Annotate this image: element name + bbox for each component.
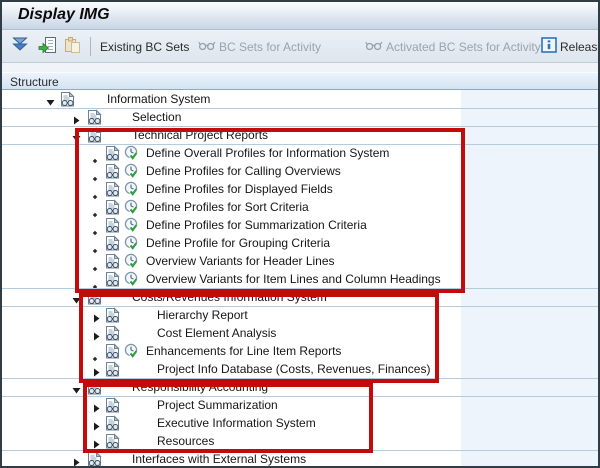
tree-item-label[interactable]: Define Profiles for Summarization Criter… [146,218,367,232]
tree-item-label[interactable]: Technical Project Reports [132,128,268,142]
activated-bc-sets-button[interactable]: Activated BC Sets for Activity [365,37,541,57]
tree-item-label[interactable]: Define Profiles for Sort Criteria [146,200,309,214]
tree-item-label[interactable]: Define Profiles for Calling Overviews [146,164,341,178]
activated-bc-sets-label: Activated BC Sets for Activity [386,40,541,54]
expand-node-icon[interactable] [72,454,81,468]
tree-row[interactable]: Define Overall Profiles for Information … [2,144,598,162]
toolbar-separator [90,37,91,56]
tree-row[interactable]: Define Profiles for Sort Criteria [2,198,598,216]
tree-row[interactable]: Define Profiles for Displayed Fields [2,180,598,198]
tree-item-label[interactable]: Overview Variants for Item Lines and Col… [146,272,441,286]
tree-row[interactable]: Interfaces with External Systems [2,450,598,468]
tree-row[interactable]: Define Profiles for Calling Overviews [2,162,598,180]
bc-sets-for-activity-label: BC Sets for Activity [219,40,321,54]
tree-row[interactable]: Cost Element Analysis [2,324,598,342]
position-button[interactable] [38,37,57,57]
tree-row[interactable]: Project Info Database (Costs, Revenues, … [2,360,598,378]
tree-item-label[interactable]: Information System [107,92,210,106]
tree-item-label[interactable]: Project Info Database (Costs, Revenues, … [157,362,430,376]
title-bar: Display IMG [2,2,598,30]
tree-row-separator [2,288,598,289]
tree-row[interactable]: Selection [2,108,598,126]
toolbar-gap [2,63,598,72]
tree-row[interactable]: Overview Variants for Item Lines and Col… [2,270,598,288]
page-title: Display IMG [18,6,110,24]
tree-item-label[interactable]: Overview Variants for Header Lines [146,254,335,268]
structure-header-label: Structure [10,75,59,89]
tree-item-label[interactable]: Costs/Revenues Information System [132,290,327,304]
tree-row-separator [2,396,598,397]
bc-sets-for-activity-button[interactable]: BC Sets for Activity [198,37,321,57]
tree-row[interactable]: Technical Project Reports [2,126,598,144]
tree-row-separator [2,378,598,379]
tree-row[interactable]: Project Summarization [2,396,598,414]
img-node-documentation-icon[interactable] [87,451,102,468]
tree-row[interactable]: Costs/Revenues Information System [2,288,598,306]
structure-column-header: Structure [2,72,598,90]
tree-row[interactable]: Overview Variants for Header Lines [2,252,598,270]
paste-icon [63,36,82,59]
tree-item-label[interactable]: Cost Element Analysis [157,326,276,340]
tree-row[interactable]: Resources [2,432,598,450]
release-notes-button[interactable]: Release [541,37,600,57]
tree-row[interactable]: Information System [2,90,598,108]
application-toolbar: Existing BC Sets BC Sets for Activity [2,30,598,63]
existing-bc-sets-label: Existing BC Sets [100,40,189,54]
tree-item-label[interactable]: Selection [132,110,181,124]
glasses-icon [365,38,383,56]
tree-item-label[interactable]: Enhancements for Line Item Reports [146,344,341,358]
tree-item-label[interactable]: Resources [157,434,214,448]
tree-item-label[interactable]: Hierarchy Report [157,308,248,322]
tree-row[interactable]: Enhancements for Line Item Reports [2,342,598,360]
img-structure-tree: Information System Selection Technical Pro… [2,90,598,466]
tree-row[interactable]: Define Profile for Grouping Criteria [2,234,598,252]
tree-row-separator [2,450,598,451]
sap-img-window: Display IMG [0,0,600,468]
tree-item-label[interactable]: Responsibility Accounting [132,380,268,394]
paste-button[interactable] [63,37,82,57]
tree-row-separator [2,126,598,127]
info-icon [541,37,557,58]
tree-row[interactable]: Executive Information System [2,414,598,432]
tree-row-separator [2,144,598,145]
tree-item-label[interactable]: Project Summarization [157,398,278,412]
existing-bc-sets-button[interactable]: Existing BC Sets [100,37,189,57]
glasses-icon [198,38,216,56]
tree-item-label[interactable]: Define Profile for Grouping Criteria [146,236,330,250]
tree-item-label[interactable]: Define Profiles for Displayed Fields [146,182,333,196]
tree-item-label[interactable]: Define Overall Profiles for Information … [146,146,389,160]
tree-row[interactable]: Hierarchy Report [2,306,598,324]
expand-all-button[interactable] [11,37,30,57]
release-label: Release [560,40,600,54]
tree-row-separator [2,306,598,307]
tree-row-separator [2,108,598,109]
tree-item-label[interactable]: Interfaces with External Systems [132,452,306,466]
expand-all-icon [11,36,30,58]
tree-row[interactable]: Responsibility Accounting [2,378,598,396]
tree-item-label[interactable]: Executive Information System [157,416,316,430]
choose-icon [38,36,57,59]
tree-row[interactable]: Define Profiles for Summarization Criter… [2,216,598,234]
